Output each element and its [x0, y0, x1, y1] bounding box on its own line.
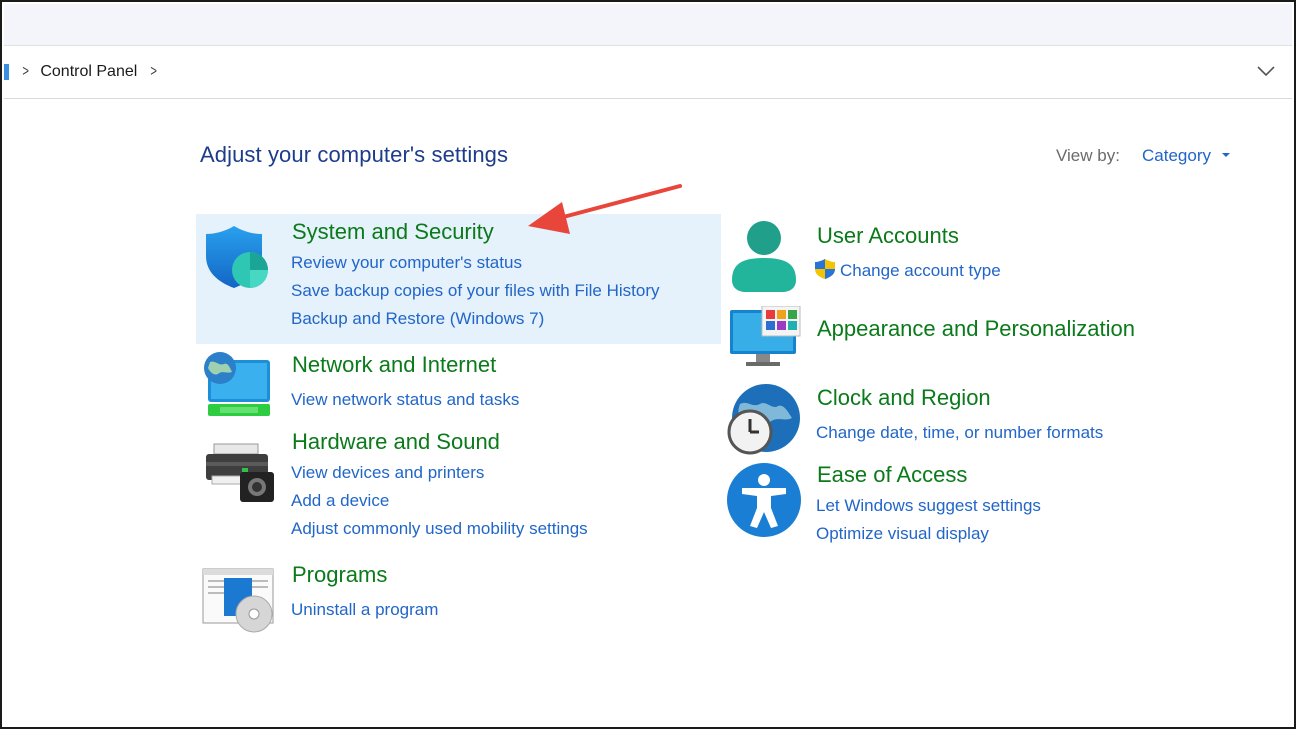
- breadcrumb-chevron-icon[interactable]: >: [151, 63, 158, 81]
- category-title-user-accounts[interactable]: User Accounts: [817, 223, 959, 249]
- link-file-history[interactable]: Save backup copies of your files with Fi…: [291, 281, 660, 301]
- link-mobility-settings[interactable]: Adjust commonly used mobility settings: [291, 519, 588, 539]
- link-network-status[interactable]: View network status and tasks: [291, 390, 519, 410]
- view-by-label: View by:: [1056, 146, 1120, 165]
- category-title-clock[interactable]: Clock and Region: [817, 385, 991, 411]
- title-strip: [4, 4, 1292, 46]
- network-globe-icon[interactable]: [202, 350, 272, 420]
- breadcrumb-control-panel[interactable]: Control Panel: [40, 63, 137, 81]
- control-panel-icon: [4, 64, 9, 80]
- link-change-account-type[interactable]: Change account type: [840, 261, 1001, 281]
- annotation-arrow-icon: [528, 184, 682, 234]
- uac-shield-icon: [815, 259, 835, 279]
- view-by-dropdown[interactable]: Category: [1142, 146, 1211, 166]
- clock-globe-icon[interactable]: [726, 382, 802, 458]
- programs-disc-icon[interactable]: [202, 568, 276, 634]
- address-bar[interactable]: > Control Panel >: [4, 46, 1292, 99]
- page-title: Adjust your computer's settings: [200, 142, 509, 167]
- category-title-appearance[interactable]: Appearance and Personalization: [817, 316, 1135, 342]
- link-date-time-formats[interactable]: Change date, time, or number formats: [816, 423, 1103, 443]
- user-avatar-icon[interactable]: [728, 220, 800, 294]
- link-add-device[interactable]: Add a device: [291, 491, 389, 511]
- link-review-status[interactable]: Review your computer's status: [291, 253, 522, 273]
- address-history-chevron-down-icon[interactable]: [1256, 64, 1276, 78]
- category-title-programs[interactable]: Programs: [292, 562, 387, 588]
- breadcrumb-chevron-icon[interactable]: >: [22, 63, 29, 81]
- link-backup-restore[interactable]: Backup and Restore (Windows 7): [291, 309, 544, 329]
- control-panel-window: > Control Panel > Adjust your computer's…: [0, 0, 1296, 729]
- category-title-network[interactable]: Network and Internet: [292, 352, 496, 378]
- link-optimize-display[interactable]: Optimize visual display: [816, 524, 989, 544]
- caret-down-icon[interactable]: [1222, 153, 1230, 157]
- category-title-system-security[interactable]: System and Security: [292, 219, 494, 245]
- link-devices-printers[interactable]: View devices and printers: [291, 463, 484, 483]
- printer-speaker-icon[interactable]: [204, 442, 276, 504]
- link-suggest-settings[interactable]: Let Windows suggest settings: [816, 496, 1041, 516]
- category-title-hardware[interactable]: Hardware and Sound: [292, 429, 500, 455]
- accessibility-icon[interactable]: [726, 462, 802, 538]
- category-title-ease-of-access[interactable]: Ease of Access: [817, 462, 967, 488]
- link-uninstall-program[interactable]: Uninstall a program: [291, 600, 438, 620]
- appearance-monitor-icon[interactable]: [728, 306, 802, 368]
- shield-icon[interactable]: [204, 224, 272, 292]
